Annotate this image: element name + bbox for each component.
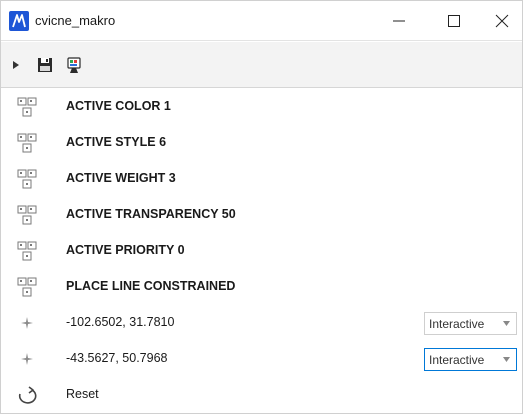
key-in-icon (16, 132, 38, 154)
data-point-icon (16, 348, 38, 370)
macro-steps-list: ACTIVE COLOR 1 ACTIVE STYLE 6 ACTIVE WEI… (1, 89, 522, 413)
data-point-icon (16, 312, 38, 334)
key-in-icon (16, 276, 38, 298)
step-label: Reset (66, 387, 99, 401)
key-in-icon (16, 168, 38, 190)
play-icon (13, 61, 19, 69)
maximize-icon (448, 15, 460, 27)
minimize-icon (393, 20, 405, 22)
point-coordinates: -102.6502, 31.7810 (66, 315, 175, 329)
point-mode-value: Interactive (429, 353, 485, 367)
step-label: ACTIVE COLOR 1 (66, 99, 171, 113)
list-item[interactable]: ACTIVE COLOR 1 (1, 89, 522, 125)
run-macro-button[interactable] (9, 54, 23, 76)
point-mode-select[interactable]: Interactive (424, 348, 517, 371)
chevron-down-icon (503, 321, 510, 326)
point-mode-value: Interactive (429, 317, 485, 331)
point-mode-select[interactable]: Interactive (424, 312, 517, 335)
step-label: ACTIVE WEIGHT 3 (66, 171, 176, 185)
paint-icon (67, 57, 81, 73)
app-logo-icon (9, 11, 29, 31)
list-item[interactable]: PLACE LINE CONSTRAINED (1, 269, 522, 305)
step-label: ACTIVE TRANSPARENCY 50 (66, 207, 236, 221)
list-item[interactable]: ACTIVE PRIORITY 0 (1, 233, 522, 269)
step-label: ACTIVE STYLE 6 (66, 135, 167, 149)
list-item[interactable]: ACTIVE TRANSPARENCY 50 (1, 197, 522, 233)
macro-window: cvicne_makro ACTIVE COLOR 1 ACTIVE STYLE… (0, 0, 523, 414)
title-bar[interactable]: cvicne_makro (1, 1, 522, 41)
point-coordinates: -43.5627, 50.7968 (66, 351, 168, 365)
reset-icon (16, 384, 38, 406)
step-label: ACTIVE PRIORITY 0 (66, 243, 185, 257)
close-icon (495, 14, 509, 28)
save-icon (38, 58, 52, 72)
maximize-button[interactable] (431, 1, 477, 41)
key-in-icon (16, 96, 38, 118)
element-attributes-button[interactable] (63, 54, 85, 76)
chevron-down-icon (503, 357, 510, 362)
step-label: PLACE LINE CONSTRAINED (66, 279, 236, 293)
close-button[interactable] (479, 1, 523, 41)
key-in-icon (16, 204, 38, 226)
window-title: cvicne_makro (35, 13, 116, 28)
list-item[interactable]: Reset (1, 377, 522, 413)
list-item[interactable]: ACTIVE STYLE 6 (1, 125, 522, 161)
list-item[interactable]: ACTIVE WEIGHT 3 (1, 161, 522, 197)
toolbar (1, 42, 522, 88)
list-item[interactable]: -102.6502, 31.7810 Interactive (1, 305, 522, 341)
save-button[interactable] (35, 54, 55, 76)
minimize-button[interactable] (376, 1, 422, 41)
key-in-icon (16, 240, 38, 262)
list-item[interactable]: -43.5627, 50.7968 Interactive (1, 341, 522, 377)
